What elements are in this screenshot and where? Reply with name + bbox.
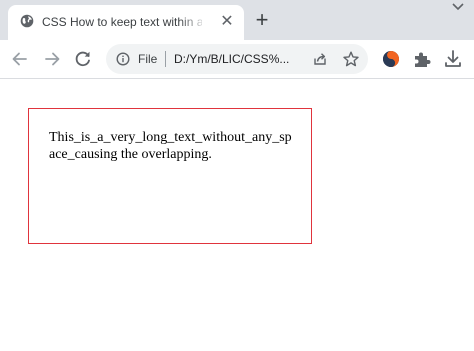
download-icon[interactable] [442,48,464,70]
close-icon[interactable]: ✕ [219,14,235,30]
tab-title-fade [178,11,208,33]
chevron-down-icon[interactable] [450,0,466,14]
toolbar: File D:/Ym/B/LIC/CSS%... [0,40,474,79]
file-scheme-label: File [138,52,158,66]
puzzle-icon[interactable] [411,48,433,70]
url-text[interactable]: D:/Ym/B/LIC/CSS%... [174,52,304,66]
extension-logo-icon[interactable] [380,48,402,70]
active-tab[interactable]: CSS How to keep text within a box ✕ [8,5,244,40]
info-icon[interactable] [116,52,130,66]
arrow-right-icon[interactable] [41,48,63,70]
page-content: This_is_a_very_long_text_without_any_spa… [0,79,474,351]
star-icon[interactable] [342,50,360,68]
address-separator [165,51,166,67]
share-icon[interactable] [312,51,328,67]
new-tab-button[interactable]: + [252,9,272,31]
tab-strip: CSS How to keep text within a box ✕ + [0,0,474,40]
browser-window: CSS How to keep text within a box ✕ + Fi… [0,0,474,351]
box-text: This_is_a_very_long_text_without_any_spa… [49,130,292,162]
globe-icon [20,14,34,28]
address-bar[interactable]: File D:/Ym/B/LIC/CSS%... [106,44,368,74]
reload-icon[interactable] [72,48,94,70]
text-box: This_is_a_very_long_text_without_any_spa… [28,108,312,244]
arrow-left-icon[interactable] [9,48,31,70]
